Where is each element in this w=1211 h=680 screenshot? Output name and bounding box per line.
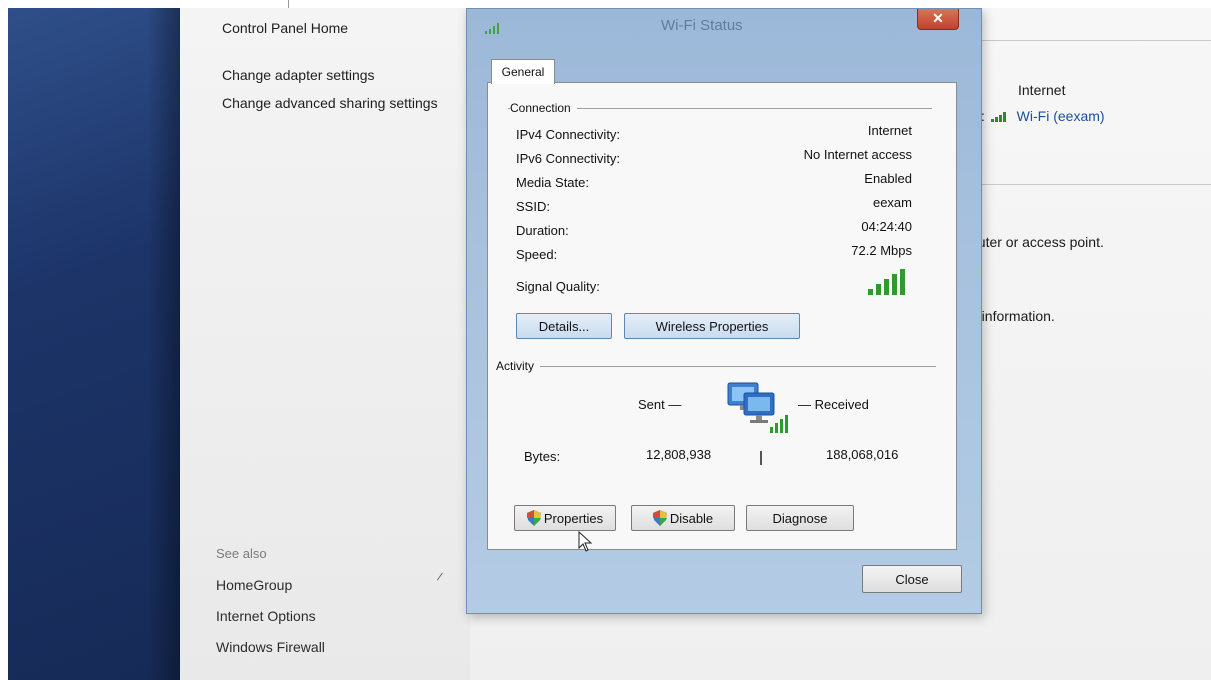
router-text: outer or access point. [970,234,1104,250]
group-divider [508,366,936,367]
change-advanced-sharing-link[interactable]: Change advanced sharing settings [222,94,442,112]
received-label: — Received [798,397,869,412]
desktop-background [8,8,180,680]
wifi-connection-link[interactable]: Wi-Fi (eexam) [1017,108,1105,124]
activity-group-label: Activity [496,359,541,373]
change-adapter-settings-link[interactable]: Change adapter settings [222,66,442,84]
sent-label: Sent — [638,397,682,412]
connections-row: s: Wi-Fi (eexam) [974,108,1105,125]
close-icon[interactable]: ✕ [917,9,959,30]
mouse-cursor-icon [578,530,594,558]
sent-text: Sent [638,397,665,412]
access-type-value: Internet [1018,82,1066,98]
speed-label: Speed: [516,247,558,262]
activity-divider [760,451,762,465]
tab-general[interactable]: General [491,59,555,84]
divider [975,40,1211,41]
details-button[interactable]: Details... [516,313,612,339]
bytes-label: Bytes: [524,449,561,464]
duration-label: Duration: [516,223,569,238]
screen: Control Panel Home Change adapter settin… [8,8,1211,680]
media-state-label: Media State: [516,175,589,190]
properties-label: Properties [543,511,604,526]
bezel-mark [288,0,289,8]
internet-options-link[interactable]: Internet Options [216,608,316,624]
ssid-value: eexam [872,195,912,210]
shield-icon [526,509,541,526]
control-panel-sidebar: Control Panel Home Change adapter settin… [180,8,471,680]
diagnose-button[interactable]: Diagnose [746,505,854,531]
see-also-heading: See also [216,546,267,561]
received-text: Received [814,397,869,412]
stray-mark: / [435,569,444,585]
info-text: g information. [970,308,1055,324]
divider [975,184,1211,185]
properties-button[interactable]: Properties [514,505,616,531]
media-state-value: Enabled [864,171,912,186]
shield-icon [652,509,667,526]
bytes-received-value: 188,068,016 [826,447,899,462]
network-computers-icon [724,379,790,444]
wifi-signal-icon [485,21,501,39]
ipv6-label: IPv6 Connectivity: [516,151,621,166]
disable-label: Disable [669,511,714,526]
speed-value: 72.2 Mbps [851,243,912,258]
dialog-title: Wi-Fi Status [661,17,743,34]
connection-group-label: Connection [510,101,577,115]
ipv4-label: IPv4 Connectivity: [516,127,621,142]
bytes-sent-value: 12,808,938 [646,447,712,462]
wifi-status-dialog: Wi-Fi Status ✕ General Connection IPv4 C… [466,8,982,614]
homegroup-link[interactable]: HomeGroup [216,577,292,593]
ipv4-value: Internet [867,123,912,138]
wireless-properties-button[interactable]: Wireless Properties [624,313,800,339]
windows-firewall-link[interactable]: Windows Firewall [216,639,325,655]
signal-quality-label: Signal Quality: [516,279,600,294]
general-tab-panel: Connection IPv4 Connectivity: Internet I… [487,82,957,552]
ssid-label: SSID: [516,199,550,214]
wifi-signal-icon [990,109,1009,125]
signal-strength-icon [868,269,910,300]
duration-value: 04:24:40 [861,219,912,234]
disable-button[interactable]: Disable [631,505,735,531]
ipv6-value: No Internet access [803,147,912,162]
close-button[interactable]: Close [862,565,962,593]
control-panel-home-link[interactable]: Control Panel Home [222,20,348,36]
